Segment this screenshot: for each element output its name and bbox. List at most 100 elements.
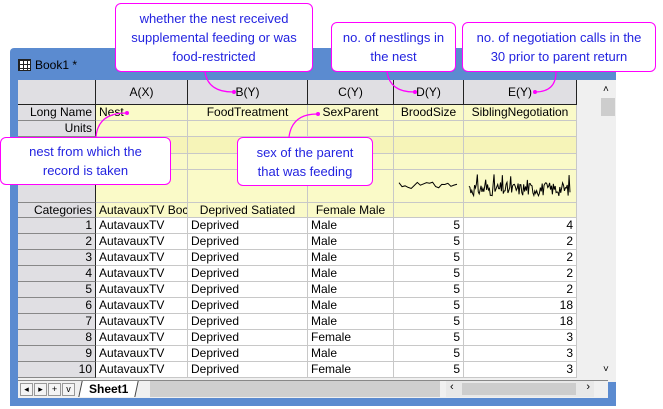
table-cell[interactable]: Male — [308, 346, 394, 362]
row-label-units[interactable]: Units — [18, 121, 96, 137]
units-cell[interactable] — [96, 121, 188, 137]
long-name-cell[interactable]: SexParent — [308, 105, 394, 121]
table-cell[interactable]: 2 — [464, 250, 577, 266]
long-name-cell[interactable]: BroodSize — [394, 105, 464, 121]
comments-cell[interactable] — [394, 137, 464, 154]
row-number[interactable]: 10 — [18, 362, 96, 378]
scroll-left-icon[interactable]: ‹ — [450, 381, 454, 393]
sheet-tab-sheet1[interactable]: Sheet1 — [78, 381, 140, 397]
categories-cell[interactable]: Female Male — [308, 203, 394, 218]
sparklines-cell[interactable] — [394, 170, 464, 203]
table-cell[interactable]: Deprived — [188, 298, 308, 314]
table-cell[interactable]: Male — [308, 250, 394, 266]
table-cell[interactable]: Deprived — [188, 266, 308, 282]
table-cell[interactable]: 3 — [464, 362, 577, 378]
table-cell[interactable]: AutavauxTV — [96, 218, 188, 234]
table-cell[interactable]: 3 — [464, 330, 577, 346]
table-cell[interactable]: 5 — [394, 266, 464, 282]
table-cell[interactable]: AutavauxTV — [96, 282, 188, 298]
table-cell[interactable]: Deprived — [188, 362, 308, 378]
table-cell[interactable]: Male — [308, 218, 394, 234]
table-cell[interactable]: AutavauxTV — [96, 266, 188, 282]
row-number[interactable]: 2 — [18, 234, 96, 250]
comments-cell[interactable] — [464, 137, 577, 154]
horizontal-scrollbar[interactable]: ‹ › — [446, 381, 594, 397]
scroll-down-icon[interactable]: ˅ — [603, 364, 609, 375]
table-cell[interactable]: 5 — [394, 346, 464, 362]
units-cell[interactable] — [464, 121, 577, 137]
table-cell[interactable]: 18 — [464, 298, 577, 314]
table-cell[interactable]: AutavauxTV — [96, 250, 188, 266]
table-cell[interactable]: AutavauxTV — [96, 298, 188, 314]
scroll-up-icon[interactable]: ˄ — [603, 84, 609, 95]
sheet-list-button[interactable]: v — [62, 383, 75, 396]
row-number[interactable]: 8 — [18, 330, 96, 346]
table-cell[interactable]: 5 — [394, 362, 464, 378]
column-header[interactable]: A(X) — [96, 80, 188, 105]
table-cell[interactable]: Female — [308, 330, 394, 346]
long-name-cell[interactable]: FoodTreatment — [188, 105, 308, 121]
long-name-cell[interactable]: Nest — [96, 105, 188, 121]
long-name-cell[interactable]: SiblingNegotiation — [464, 105, 577, 121]
table-cell[interactable]: AutavauxTV — [96, 362, 188, 378]
h-scroll-thumb[interactable] — [462, 383, 576, 395]
table-cell[interactable]: AutavauxTV — [96, 234, 188, 250]
first-sheet-button[interactable]: ◂ — [20, 383, 33, 396]
table-cell[interactable]: Deprived — [188, 314, 308, 330]
table-cell[interactable]: Deprived — [188, 218, 308, 234]
formula-cell[interactable] — [394, 154, 464, 170]
table-cell[interactable]: Deprived — [188, 234, 308, 250]
table-cell[interactable]: Deprived — [188, 346, 308, 362]
sparklines-cell[interactable] — [464, 170, 577, 203]
row-number[interactable]: 4 — [18, 266, 96, 282]
table-cell[interactable]: 5 — [394, 314, 464, 330]
table-cell[interactable]: Female — [308, 362, 394, 378]
vertical-scrollbar[interactable]: ˄ ˅ — [600, 80, 616, 382]
table-cell[interactable]: 2 — [464, 234, 577, 250]
table-cell[interactable]: Deprived — [188, 282, 308, 298]
units-cell[interactable] — [188, 121, 308, 137]
table-cell[interactable]: Male — [308, 314, 394, 330]
table-cell[interactable]: 3 — [464, 346, 577, 362]
corner-cell[interactable] — [18, 80, 96, 105]
table-cell[interactable]: 5 — [394, 250, 464, 266]
units-cell[interactable] — [394, 121, 464, 137]
table-cell[interactable]: Male — [308, 234, 394, 250]
table-cell[interactable]: 18 — [464, 314, 577, 330]
table-cell[interactable]: Male — [308, 282, 394, 298]
scroll-thumb[interactable] — [601, 98, 615, 116]
table-cell[interactable]: 2 — [464, 282, 577, 298]
table-cell[interactable]: 4 — [464, 218, 577, 234]
categories-cell[interactable]: Deprived Satiated — [188, 203, 308, 218]
window-title-bar[interactable]: Book1 * — [18, 58, 77, 72]
add-sheet-button[interactable]: + — [48, 383, 61, 396]
table-cell[interactable]: Male — [308, 298, 394, 314]
table-cell[interactable]: Deprived — [188, 250, 308, 266]
table-cell[interactable]: AutavauxTV — [96, 314, 188, 330]
column-header[interactable]: E(Y) — [464, 80, 577, 105]
table-cell[interactable]: AutavauxTV — [96, 330, 188, 346]
column-header[interactable]: B(Y) — [188, 80, 308, 105]
table-cell[interactable]: 5 — [394, 218, 464, 234]
row-number[interactable]: 5 — [18, 282, 96, 298]
table-cell[interactable]: 5 — [394, 298, 464, 314]
row-number[interactable]: 7 — [18, 314, 96, 330]
scroll-right-icon[interactable]: › — [586, 381, 590, 393]
row-label-categories[interactable]: Categories — [18, 203, 96, 218]
categories-cell[interactable] — [394, 203, 464, 218]
table-cell[interactable]: AutavauxTV — [96, 346, 188, 362]
row-number[interactable]: 6 — [18, 298, 96, 314]
column-header[interactable]: C(Y) — [308, 80, 394, 105]
units-cell[interactable] — [308, 121, 394, 137]
table-cell[interactable]: Male — [308, 266, 394, 282]
row-number[interactable]: 1 — [18, 218, 96, 234]
table-cell[interactable]: 2 — [464, 266, 577, 282]
categories-cell[interactable] — [464, 203, 577, 218]
row-number[interactable]: 3 — [18, 250, 96, 266]
column-header[interactable]: D(Y) — [394, 80, 464, 105]
worksheet-grid[interactable]: ˄ ˅ ◂ ▸ + v Sheet1 ‹ › A(X) B(Y) C(Y) D(Y) E… — [18, 80, 616, 398]
table-cell[interactable]: 5 — [394, 282, 464, 298]
formula-cell[interactable] — [464, 154, 577, 170]
categories-cell[interactable]: AutavauxTV Boc — [96, 203, 188, 218]
table-cell[interactable]: 5 — [394, 234, 464, 250]
